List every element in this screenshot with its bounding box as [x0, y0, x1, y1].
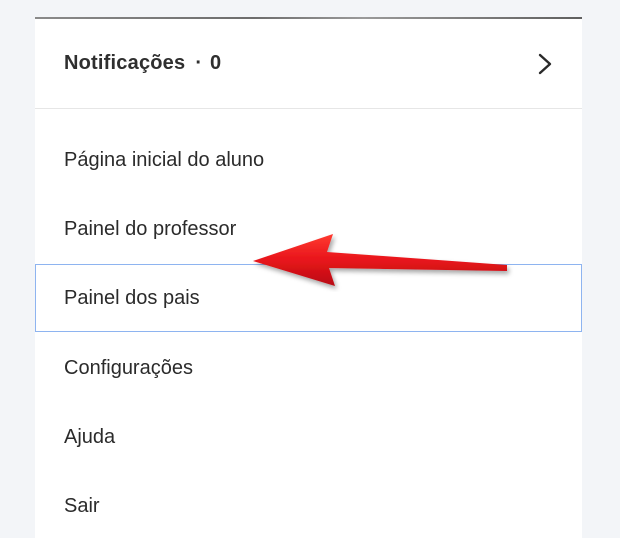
menu-item-label: Página inicial do aluno: [64, 148, 265, 171]
menu-item-sign-out[interactable]: Sair: [35, 472, 582, 538]
notifications-count: 0: [210, 52, 222, 74]
menu-item-parent-dashboard[interactable]: Painel dos pais: [35, 264, 582, 332]
notifications-label: Notificações: [64, 52, 186, 74]
menu-item-settings[interactable]: Configurações: [35, 334, 582, 402]
notifications-separator: ·: [195, 52, 202, 74]
notifications-row[interactable]: Notificações · 0: [35, 19, 582, 109]
menu-item-label: Painel do professor: [64, 217, 237, 240]
menu-item-teacher-dashboard[interactable]: Painel do professor: [35, 195, 582, 263]
menu-item-student-home[interactable]: Página inicial do aluno: [35, 126, 582, 194]
menu-item-label: Ajuda: [64, 425, 116, 448]
menu-item-label: Configurações: [64, 356, 193, 379]
menu-item-label: Sair: [64, 494, 100, 517]
user-menu-panel: Notificações · 0 Página inicial do aluno…: [35, 17, 582, 538]
chevron-right-icon[interactable]: [536, 52, 554, 76]
menu-item-help[interactable]: Ajuda: [35, 403, 582, 471]
menu-item-label: Painel dos pais: [64, 286, 200, 309]
